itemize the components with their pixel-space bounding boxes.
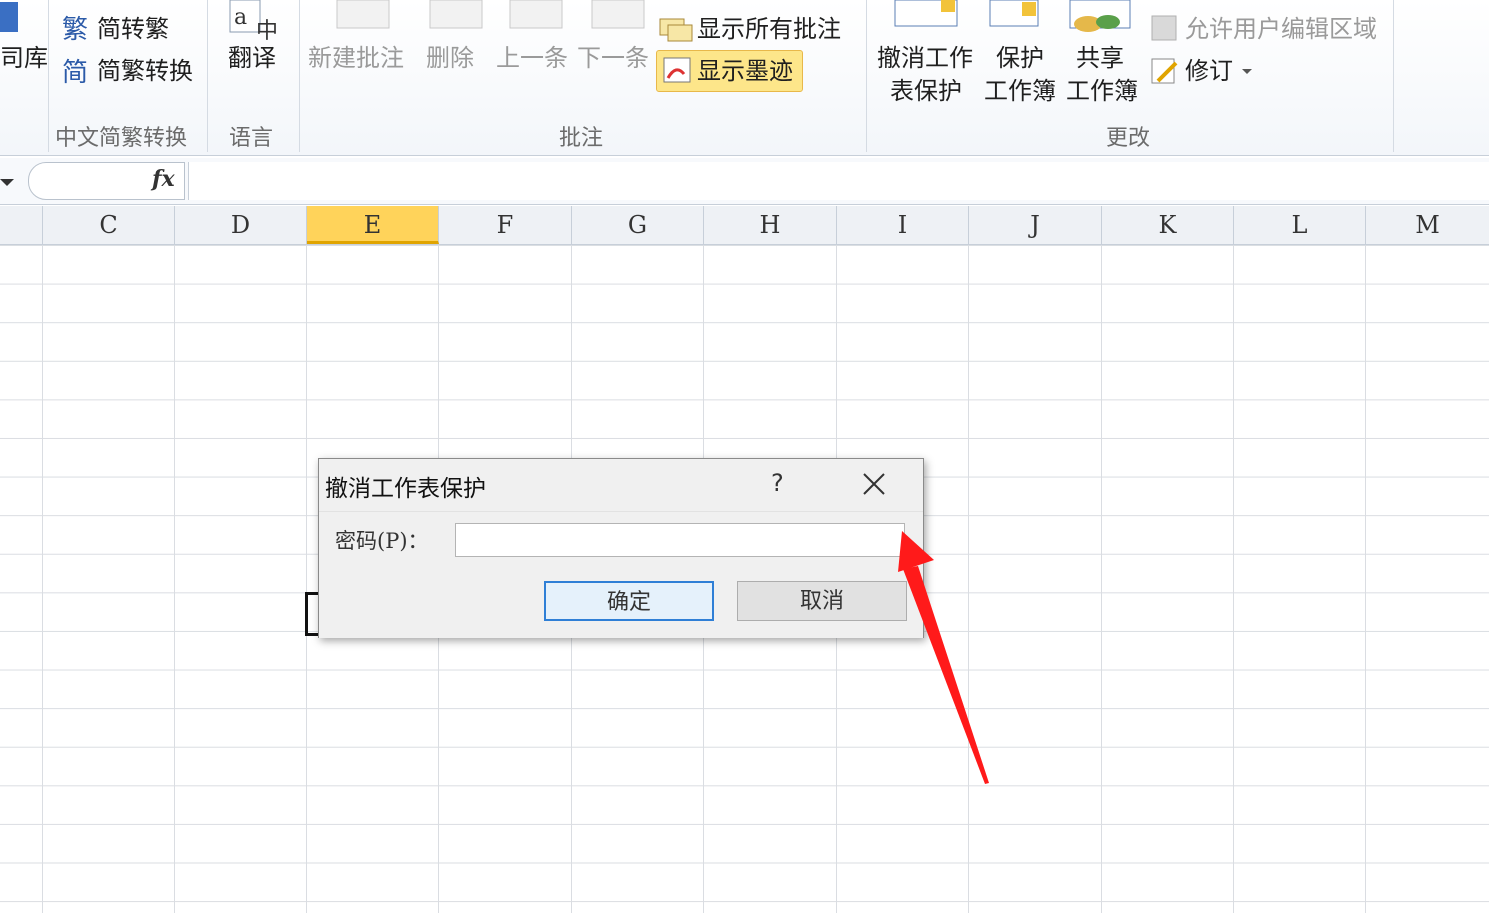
thesaurus-button[interactable]: 司库 bbox=[0, 44, 48, 72]
show-all-comments-button[interactable]: 显示所有批注 bbox=[697, 15, 841, 43]
protect-workbook-button-line2[interactable]: 工作簿 bbox=[984, 77, 1056, 105]
grid-line bbox=[1101, 245, 1102, 913]
column-header-h[interactable]: H bbox=[704, 206, 837, 244]
show-all-comments-icon bbox=[658, 15, 694, 49]
share-workbook-icon bbox=[1068, 0, 1134, 40]
svg-text:繁: 繁 bbox=[62, 15, 88, 44]
svg-text:a: a bbox=[234, 5, 247, 30]
previous-comment-button[interactable]: 上一条 bbox=[496, 44, 568, 72]
allow-edit-ranges-icon bbox=[1148, 12, 1182, 50]
grid-line bbox=[968, 245, 969, 913]
delete-comment-icon bbox=[428, 0, 488, 34]
unprotect-sheet-icon bbox=[893, 0, 963, 34]
unprotect-sheet-dialog: 撤消工作表保护 ? 密码(P)： 确定 取消 bbox=[318, 458, 924, 638]
column-header-k[interactable]: K bbox=[1102, 206, 1234, 244]
help-button[interactable]: ? bbox=[771, 469, 784, 497]
show-ink-icon bbox=[662, 56, 694, 92]
track-changes-button[interactable]: 修订 bbox=[1185, 57, 1233, 85]
cancel-button[interactable]: 取消 bbox=[737, 581, 907, 621]
close-icon[interactable] bbox=[859, 469, 889, 499]
column-headers: C D E F G H I J K L M bbox=[0, 206, 1489, 245]
share-workbook-button-line1[interactable]: 共享 bbox=[1076, 44, 1124, 72]
ok-button[interactable]: 确定 bbox=[544, 581, 714, 621]
to-traditional-button[interactable]: 简转繁 bbox=[97, 15, 169, 43]
protect-workbook-icon bbox=[988, 0, 1048, 34]
namebox-dropdown-icon[interactable] bbox=[0, 174, 14, 193]
grid-line bbox=[42, 245, 43, 913]
to-traditional-icon: 繁 bbox=[60, 12, 92, 48]
password-input[interactable] bbox=[455, 523, 905, 557]
column-header-i[interactable]: I bbox=[837, 206, 969, 244]
translate-icon: a中 bbox=[226, 0, 286, 44]
column-header-g[interactable]: G bbox=[572, 206, 704, 244]
column-header-d[interactable]: D bbox=[175, 206, 307, 244]
delete-comment-button[interactable]: 删除 bbox=[426, 44, 474, 72]
column-header-fragment bbox=[0, 206, 43, 244]
dialog-title: 撤消工作表保护 bbox=[325, 476, 486, 502]
next-comment-icon bbox=[590, 0, 650, 34]
track-changes-icon bbox=[1148, 55, 1182, 93]
svg-text:中: 中 bbox=[256, 19, 278, 40]
insert-function-button[interactable]: fx bbox=[152, 166, 175, 192]
show-ink-button[interactable]: 显示墨迹 bbox=[697, 57, 793, 85]
formula-input[interactable] bbox=[188, 162, 1489, 200]
unprotect-sheet-button-line1[interactable]: 撤消工作 bbox=[877, 44, 973, 72]
group-label-chinese-conversion: 中文简繁转换 bbox=[55, 126, 188, 151]
grid-line bbox=[1233, 245, 1234, 913]
new-comment-icon bbox=[335, 0, 395, 34]
translate-button[interactable]: 翻译 bbox=[228, 44, 276, 72]
password-label: 密码(P)： bbox=[335, 529, 429, 553]
unprotect-sheet-button-line2[interactable]: 表保护 bbox=[890, 77, 962, 105]
group-label-language: 语言 bbox=[229, 126, 274, 151]
column-header-l[interactable]: L bbox=[1234, 206, 1366, 244]
chevron-down-icon[interactable] bbox=[1240, 64, 1254, 83]
simplified-traditional-convert-button[interactable]: 简繁转换 bbox=[97, 57, 193, 85]
thesaurus-icon bbox=[0, 2, 22, 40]
group-label-comments: 批注 bbox=[559, 126, 604, 151]
formula-bar: fx bbox=[0, 158, 1489, 205]
svg-text:简: 简 bbox=[62, 58, 88, 87]
share-workbook-button-line2[interactable]: 工作簿 bbox=[1066, 77, 1138, 105]
group-label-changes: 更改 bbox=[1106, 126, 1151, 151]
allow-edit-ranges-button[interactable]: 允许用户编辑区域 bbox=[1185, 15, 1377, 43]
new-comment-button[interactable]: 新建批注 bbox=[308, 44, 404, 72]
grid-line bbox=[306, 245, 307, 913]
column-header-e[interactable]: E bbox=[307, 206, 439, 244]
grid-line bbox=[1365, 245, 1366, 913]
next-comment-button[interactable]: 下一条 bbox=[577, 44, 649, 72]
column-header-m[interactable]: M bbox=[1366, 206, 1489, 244]
grid-line bbox=[174, 245, 175, 913]
previous-comment-icon bbox=[508, 0, 568, 34]
column-header-j[interactable]: J bbox=[969, 206, 1102, 244]
column-header-c[interactable]: C bbox=[43, 206, 175, 244]
column-header-f[interactable]: F bbox=[439, 206, 572, 244]
protect-workbook-button-line1[interactable]: 保护 bbox=[996, 44, 1044, 72]
ribbon: 司库 繁 简转繁 简 简繁转换 中文简繁转换 a中 翻译 语言 新建批注 删除 … bbox=[0, 0, 1489, 156]
to-simplified-icon: 简 bbox=[60, 53, 92, 91]
